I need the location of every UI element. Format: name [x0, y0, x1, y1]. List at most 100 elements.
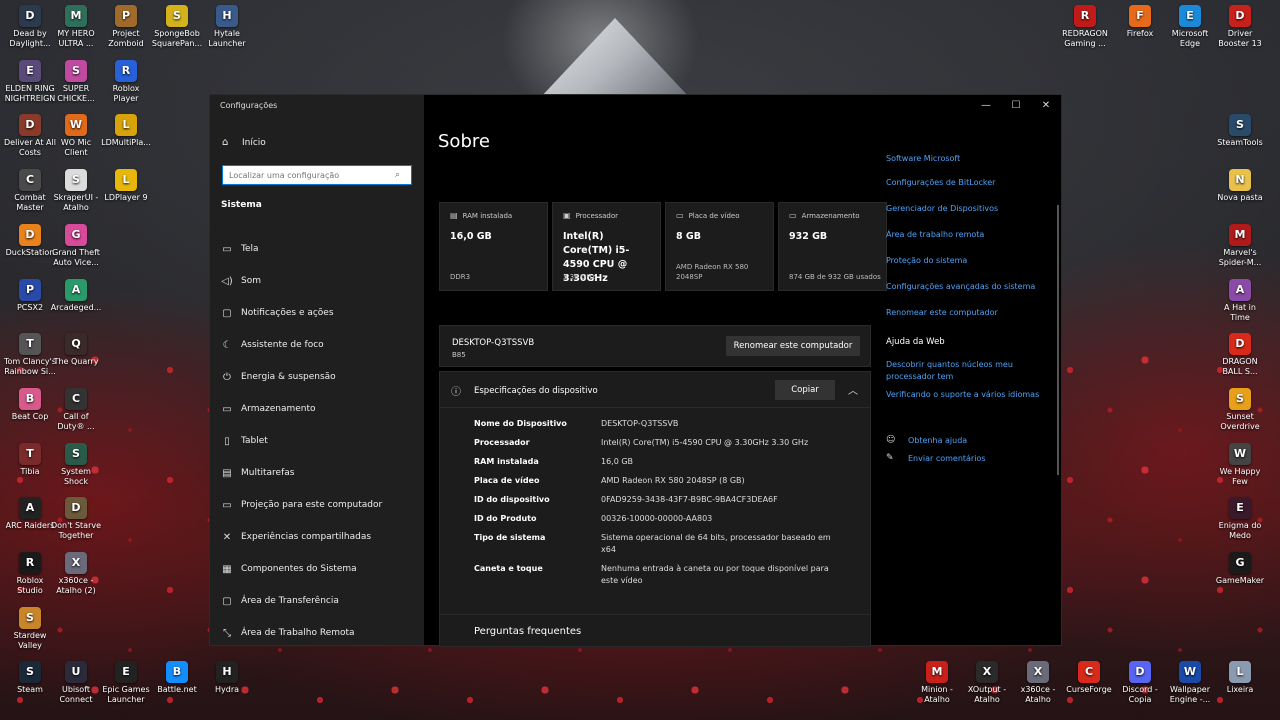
sidebar-item[interactable]: ⤡ Área de Trabalho Remota — [221, 617, 416, 649]
desktop-shortcut[interactable]: W We Happy Few — [1213, 443, 1267, 487]
home-link[interactable]: ⌂ Início — [222, 137, 266, 148]
desktop-shortcut[interactable]: F Firefox — [1113, 5, 1167, 39]
desktop-shortcut[interactable]: Xx360ce - Atalho (2) — [49, 552, 103, 596]
sidebar-item[interactable]: ▭ Armazenamento — [221, 393, 416, 425]
dont-starve-icon: D — [65, 497, 87, 519]
desktop-shortcut[interactable]: E Epic Games Launcher — [99, 661, 153, 705]
faq-heading[interactable]: Perguntas frequentes — [474, 626, 581, 637]
desktop-shortcut[interactable]: P Project Zomboid — [99, 5, 153, 49]
sidebar-item[interactable]: ▦ Componentes do Sistema — [221, 553, 416, 585]
focus-assist-icon: ☾ — [222, 339, 232, 351]
desktop-shortcut[interactable]: A A Hat in Time — [1213, 279, 1267, 323]
desktop-shortcut[interactable]: M Minion - Atalho — [910, 661, 964, 705]
desktop-shortcut[interactable]: S SpongeBob SquarePan... — [150, 5, 204, 49]
sound-icon: ◁) — [221, 275, 233, 287]
card-header: ▣ Processador — [563, 211, 650, 220]
spiderman-icon: M — [1229, 224, 1251, 246]
desktop-shortcut[interactable]: C CurseForge — [1062, 661, 1116, 695]
sidebar-item[interactable]: ▢ Notificações e ações — [221, 297, 416, 329]
desktop-shortcut[interactable]: M MY HERO ULTRA ... — [49, 5, 103, 49]
desktop-shortcut[interactable]: Q The Quarry — [49, 333, 103, 367]
help-link[interactable]: ✎ Enviar comentários — [886, 453, 1061, 463]
related-link[interactable]: Software Microsoft — [886, 155, 1061, 163]
desktop-shortcut[interactable]: D Don't Starve Together — [49, 497, 103, 541]
chevron-up-icon[interactable]: ︿ — [848, 382, 858, 397]
ldmultiplayer-icon: L — [115, 114, 137, 136]
desktop-shortcut-label: Wallpaper Engine -... — [1169, 685, 1211, 704]
my-hero-ultra-icon: M — [65, 5, 87, 27]
scrollbar[interactable] — [1057, 205, 1059, 475]
related-link[interactable]: Proteção do sistema — [886, 255, 1061, 267]
desktop-shortcut[interactable]: B Battle.net — [150, 661, 204, 695]
desktop-shortcut[interactable]: L LDPlayer 9 — [99, 169, 153, 203]
desktop-shortcut[interactable]: G Grand Theft Auto Vice... — [49, 224, 103, 268]
desktop-shortcut[interactable]: H Hytale Launcher — [200, 5, 254, 49]
summary-card: ▤ RAM instalada 16,0 GB DDR3 — [439, 202, 548, 291]
desktop-shortcut[interactable]: R Roblox Player — [99, 60, 153, 104]
desktop-shortcut[interactable]: S SkraperUI - Atalho — [49, 169, 103, 213]
sidebar-item[interactable]: ▤ Multitarefas — [221, 457, 416, 489]
search-box[interactable]: ⌕ — [222, 165, 412, 185]
related-link[interactable]: Configurações avançadas do sistema — [886, 281, 1061, 293]
desktop-shortcut[interactable]: G GameMaker — [1213, 552, 1267, 586]
desktop-shortcut[interactable]: D DRAGON BALL S... — [1213, 333, 1267, 377]
spec-key: ID do Produto — [474, 514, 537, 523]
desktop-shortcut[interactable]: M Marvel's Spider-M... — [1213, 224, 1267, 268]
desktop-shortcut[interactable]: D Discord - Copia — [1113, 661, 1167, 705]
related-link[interactable]: Configurações de BitLocker — [886, 177, 1061, 189]
desktop-shortcut[interactable]: W Wallpaper Engine -... — [1163, 661, 1217, 705]
desktop-shortcut[interactable]: A Arcadeged... — [49, 279, 103, 313]
spec-value: 0FAD9259-3438-43F7-B9BC-9BA4CF3DEA6F — [601, 495, 778, 504]
desktop-shortcut[interactable]: U Ubisoft Connect — [49, 661, 103, 705]
related-link[interactable]: Área de trabalho remota — [886, 229, 1061, 241]
sidebar-item[interactable]: ▭ Tela — [221, 233, 416, 265]
web-help-heading: Ajuda da Web — [886, 337, 945, 347]
desktop-shortcut[interactable]: Xx360ce - Atalho — [1011, 661, 1065, 705]
we-happy-few-icon: W — [1229, 443, 1251, 465]
search-icon[interactable]: ⌕ — [395, 170, 411, 180]
copy-button[interactable]: Copiar — [775, 380, 835, 400]
sidebar-item[interactable]: ⏻ Energia & suspensão — [221, 361, 416, 393]
desktop-shortcut[interactable]: S Stardew Valley — [3, 607, 57, 651]
page-title: Sobre — [438, 131, 490, 152]
search-input[interactable] — [229, 170, 395, 180]
sidebar-item[interactable]: ✕ Experiências compartilhadas — [221, 521, 416, 553]
related-link[interactable]: Gerenciador de Dispositivos — [886, 203, 1061, 215]
desktop-shortcut[interactable]: N Nova pasta — [1213, 169, 1267, 203]
hat-in-time-icon: A — [1229, 279, 1251, 301]
sidebar-item[interactable]: ◁) Som — [221, 265, 416, 297]
web-help-link[interactable]: Descobrir quantos núcleos meu processado… — [886, 359, 1061, 383]
spec-header[interactable]: ⓘ Especificações do dispositivo Copiar ︿ — [440, 372, 870, 408]
help-link[interactable]: ☺ Obtenha ajuda — [886, 435, 1061, 445]
rename-computer-button[interactable]: Renomear este computador — [726, 336, 860, 356]
pc-name-bar: DESKTOP-Q3TSSVB B85 Renomear este comput… — [439, 325, 871, 367]
desktop-shortcut[interactable]: H Hydra — [200, 661, 254, 695]
sidebar-item[interactable]: ☾ Assistente de foco — [221, 329, 416, 361]
desktop-shortcut[interactable]: X XOutput - Atalho — [960, 661, 1014, 705]
desktop-shortcut[interactable]: L LDMultiPla... — [99, 114, 153, 148]
sidebar-item[interactable]: ▢ Área de Transferência — [221, 585, 416, 617]
desktop-shortcut[interactable]: W WO Mic Client — [49, 114, 103, 158]
system-shock-icon: S — [65, 443, 87, 465]
desktop-shortcut-label: Marvel's Spider-M... — [1218, 248, 1262, 267]
desktop-shortcut[interactable]: C Call of Duty® ... — [49, 388, 103, 432]
desktop-shortcut[interactable]: S System Shock — [49, 443, 103, 487]
sidebar-item-label: Som — [241, 276, 261, 286]
desktop-shortcut[interactable]: R REDRAGON Gaming ... — [1058, 5, 1112, 49]
desktop-shortcut[interactable]: E Enigma do Medo — [1213, 497, 1267, 541]
web-help-link[interactable]: Verificando o suporte a vários idiomas — [886, 389, 1061, 401]
projection-icon: ▭ — [222, 499, 232, 511]
desktop-shortcut-label: x360ce - Atalho — [1020, 685, 1056, 704]
desktop-shortcut[interactable]: S Sunset Overdrive — [1213, 388, 1267, 432]
desktop-shortcut[interactable]: L Lixeira — [1213, 661, 1267, 695]
sidebar-item[interactable]: ▯ Tablet — [221, 425, 416, 457]
spec-row: Processador Intel(R) Core(TM) i5-4590 CPU… — [474, 437, 844, 449]
desktop-shortcut[interactable]: D Driver Booster 13 — [1213, 5, 1267, 49]
desktop-shortcut[interactable]: S SUPER CHICKE... — [49, 60, 103, 104]
sunset-overdrive-icon: S — [1229, 388, 1251, 410]
sidebar-item[interactable]: ▭ Projeção para este computador — [221, 489, 416, 521]
minion-icon: M — [926, 661, 948, 683]
desktop-shortcut[interactable]: E Microsoft Edge — [1163, 5, 1217, 49]
related-link[interactable]: Renomear este computador — [886, 307, 1061, 319]
desktop-shortcut[interactable]: S SteamTools — [1213, 114, 1267, 148]
